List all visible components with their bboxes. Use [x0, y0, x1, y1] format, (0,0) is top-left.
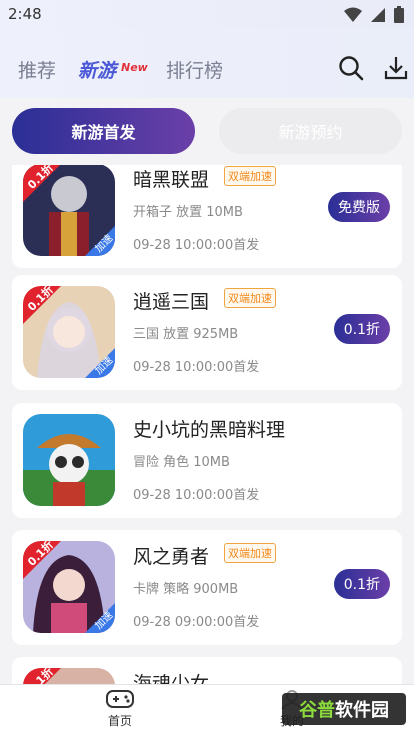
tab-new-games[interactable]: 新游: [78, 56, 116, 83]
status-bar: 2:48: [0, 0, 414, 28]
game-tag: 双端加速: [224, 288, 276, 308]
game-title: 暗黑联盟: [133, 169, 210, 191]
battery-icon: [394, 6, 404, 23]
nav-home-label: 首页: [107, 714, 132, 728]
game-icon: 0.1折: [23, 668, 115, 685]
game-title: 史小坑的黑暗料理: [133, 419, 286, 441]
game-title: 风之勇者: [133, 546, 210, 568]
segment-new-release[interactable]: 新游首发: [12, 108, 195, 154]
discount-button[interactable]: 0.1折: [333, 569, 390, 599]
game-card[interactable]: 0.1折 加速 逍遥三国 双端加速 三国 放置 925MB 09-28 10:0…: [12, 275, 402, 390]
game-release-date: 09-28 10:00:00首发: [133, 238, 260, 253]
game-tag: 双端加速: [224, 543, 276, 563]
segment-new-reservation[interactable]: 新游预约: [219, 108, 402, 154]
game-meta: 冒险 角色 10MB: [133, 455, 230, 470]
game-list: 0.1折 加速 暗黑联盟 双端加速 开箱子 放置 10MB 09-28 10:0…: [0, 165, 414, 685]
wifi-icon: [344, 7, 362, 22]
free-version-button[interactable]: 免费版: [328, 192, 390, 222]
game-title: 逍遥三国: [133, 291, 210, 313]
game-card[interactable]: 0.1折 加速 暗黑联盟 双端加速 开箱子 放置 10MB 09-28 10:0…: [12, 165, 402, 268]
new-badge: New: [121, 61, 148, 74]
download-icon[interactable]: [384, 55, 408, 81]
tab-ranking[interactable]: 排行榜: [166, 56, 223, 83]
game-tag: 双端加速: [224, 166, 276, 186]
watermark-part2: 软件园: [335, 700, 389, 721]
game-title: 海魂少女: [133, 673, 210, 685]
nav-home[interactable]: 首页: [90, 689, 150, 729]
game-card[interactable]: 0.1折 加速 风之勇者 双端加速 卡牌 策略 900MB 09-28 09:0…: [12, 530, 402, 645]
status-time: 2:48: [8, 5, 42, 23]
game-release-date: 09-28 10:00:00首发: [133, 360, 260, 375]
game-release-date: 09-28 10:00:00首发: [133, 488, 260, 503]
game-meta: 三国 放置 925MB: [133, 327, 239, 342]
game-meta: 开箱子 放置 10MB: [133, 205, 243, 220]
signal-icon: [371, 7, 385, 22]
search-icon[interactable]: [338, 55, 364, 81]
game-card[interactable]: 0.1折 海魂少女: [12, 657, 402, 685]
status-icons: [344, 6, 404, 23]
game-release-date: 09-28 09:00:00首发: [133, 615, 260, 630]
tab-recommend[interactable]: 推荐: [18, 56, 56, 83]
watermark-logo: 谷普 软件园: [282, 693, 406, 725]
gamepad-icon: [106, 690, 134, 708]
game-card[interactable]: 史小坑的黑暗料理 冒险 角色 10MB 09-28 10:00:00首发: [12, 403, 402, 518]
discount-button[interactable]: 0.1折: [333, 314, 390, 344]
top-header: 推荐 新游 New 排行榜: [0, 28, 414, 98]
game-icon: 0.1折 加速: [23, 165, 115, 256]
game-meta: 卡牌 策略 900MB: [133, 582, 239, 597]
game-icon: 0.1折 加速: [23, 286, 115, 378]
game-icon: [23, 414, 115, 506]
watermark-part1: 谷普: [299, 700, 335, 721]
game-icon: 0.1折 加速: [23, 541, 115, 633]
